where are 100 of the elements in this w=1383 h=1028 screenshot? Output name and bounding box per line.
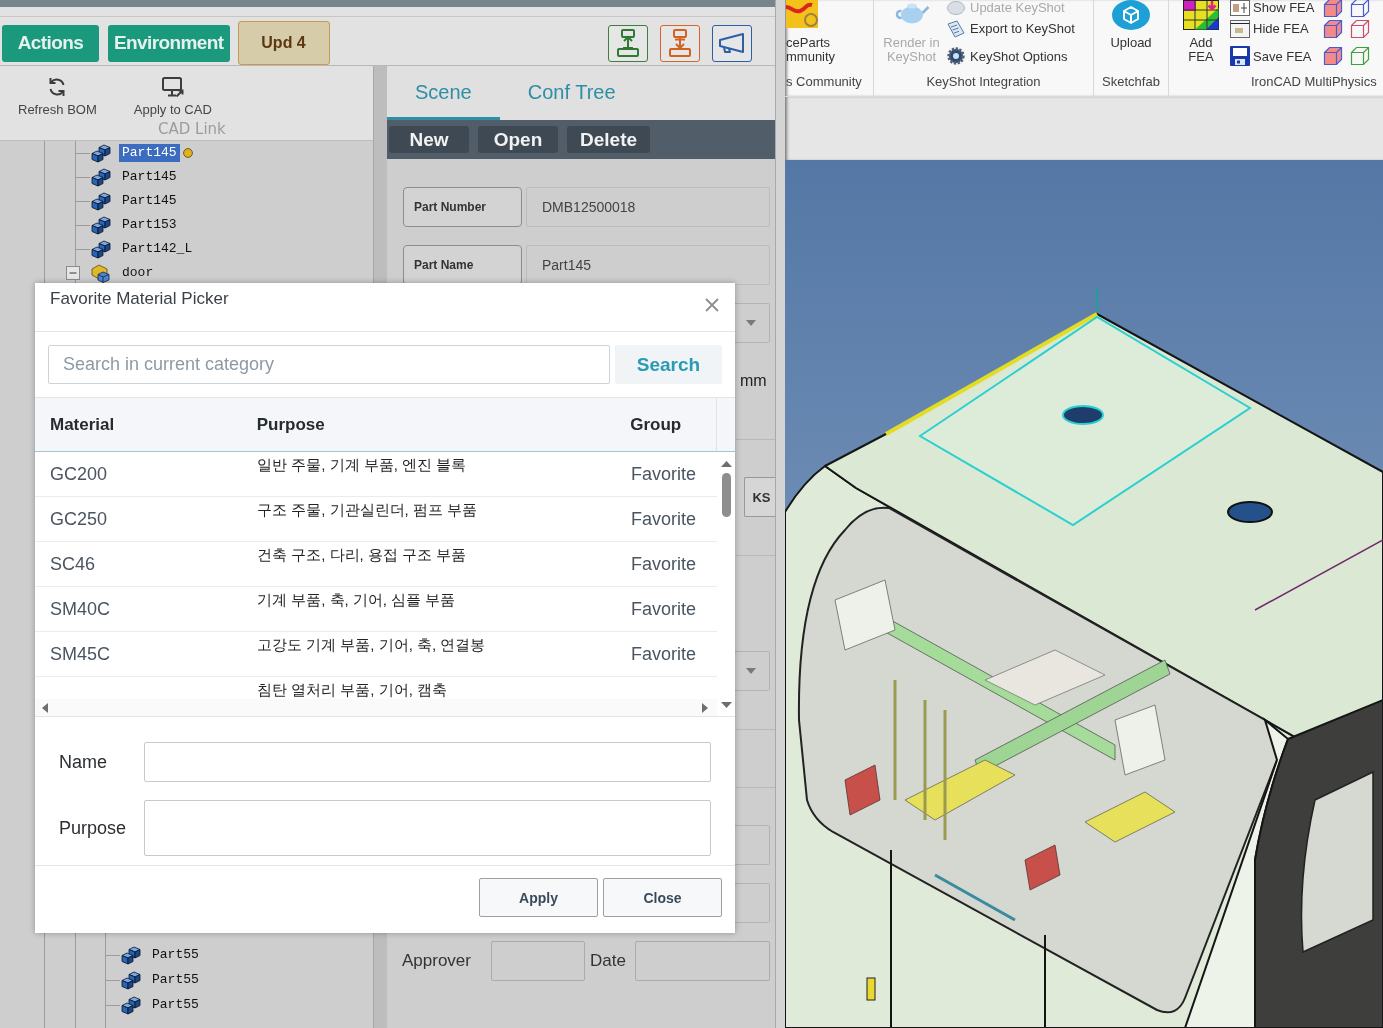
monitor-arrow-icon	[161, 77, 184, 97]
tree-item[interactable]: Part145	[119, 144, 180, 162]
text-field[interactable]: DMB12500018	[526, 187, 770, 227]
ribbon-button[interactable]: Show FEA	[1230, 0, 1315, 15]
ribbon-button[interactable]: Apply to CAD	[133, 77, 212, 117]
field-label: Purpose	[59, 817, 128, 839]
tree-item[interactable]: Part145	[119, 168, 180, 186]
stacked-cubes-icon	[91, 215, 111, 235]
cube-icon[interactable]	[1323, 0, 1343, 18]
name-field[interactable]	[144, 742, 711, 782]
ribbon-button[interactable]: Upload	[1094, 0, 1168, 50]
dialog-button[interactable]: Close	[603, 878, 722, 917]
scroll-left-arrow-icon[interactable]	[42, 702, 48, 713]
field-label: Part Name	[403, 245, 522, 285]
table-cell: Favorite	[631, 508, 697, 530]
text-field[interactable]	[491, 941, 585, 981]
stacked-cubes-icon	[121, 969, 141, 990]
table-cell: 건축 구조, 다리, 용접 구조 부품	[257, 546, 467, 564]
ribbon-button[interactable]: ceParts mmunity	[785, 0, 836, 64]
settings-icon	[947, 47, 965, 65]
update-badge-button[interactable]: Upd 4	[237, 21, 330, 65]
side-button[interactable]: KS	[744, 477, 775, 517]
group-label: CAD Link	[158, 121, 226, 137]
tree-item[interactable]: Part142_L	[119, 240, 196, 258]
cube-icon[interactable]	[1323, 18, 1343, 39]
unit-label: mm	[740, 372, 767, 390]
collapse-toggle-icon[interactable]	[66, 266, 80, 280]
purpose-field[interactable]	[144, 800, 711, 856]
dialog-title: Favorite Material Picker	[50, 289, 229, 309]
megaphone-button[interactable]	[712, 24, 752, 62]
cube-icon[interactable]	[1350, 18, 1370, 39]
table-cell: 기계 부품, 축, 기어, 심플 부품	[257, 591, 456, 609]
table-cell: 고강도 기계 부품, 기어, 축, 연결봉	[257, 636, 486, 654]
cube-icon[interactable]	[1350, 46, 1370, 66]
table-cell: SC46	[50, 553, 96, 575]
tree-item[interactable]: Part145	[119, 192, 180, 210]
cube-icon[interactable]	[1350, 0, 1370, 18]
sheet-icon	[947, 19, 965, 38]
tree-item[interactable]: Part153	[119, 216, 180, 234]
ribbon-button[interactable]: Refresh BOM	[18, 77, 97, 117]
table-cell: SM45C	[50, 643, 111, 665]
table-cell: Favorite	[631, 553, 697, 575]
cube-icon[interactable]	[1323, 46, 1343, 66]
table-cell: Favorite	[631, 598, 697, 620]
table-cell: 일반 주물, 기계 부품, 엔진 블록	[257, 456, 467, 474]
tree-item[interactable]: Part55	[149, 995, 202, 1014]
tree-item[interactable]: door	[119, 264, 157, 282]
logo-tile-icon	[786, 0, 818, 28]
column-header[interactable]: Purpose	[256, 414, 325, 435]
scroll-down-arrow-icon[interactable]	[720, 702, 732, 708]
dialog-button[interactable]: Apply	[479, 878, 598, 917]
date-field[interactable]	[635, 941, 770, 981]
stacked-cubes-icon	[121, 944, 141, 965]
search-field[interactable]: Search in current category	[48, 345, 610, 384]
refresh-icon	[47, 77, 68, 97]
ribbon-button[interactable]: Save FEA	[1230, 42, 1315, 70]
field-label: Date	[590, 951, 627, 971]
scroll-up-arrow-icon[interactable]	[720, 461, 732, 467]
column-header[interactable]: Group	[630, 414, 682, 435]
stacked-cubes-icon	[91, 143, 111, 163]
table-cell: 침탄 열처리 부품, 기어, 캠축	[257, 681, 447, 699]
mesh-grid-icon	[1183, 0, 1219, 30]
arrow-up-boxes-icon	[617, 29, 639, 57]
toolbar-button[interactable]: Open	[478, 126, 558, 153]
arrow-down-button[interactable]	[660, 24, 700, 62]
table-cell: Favorite	[631, 643, 697, 665]
table-cell: GC250	[50, 508, 108, 530]
stacked-cubes-icon	[91, 191, 111, 211]
stacked-cubes-icon	[91, 239, 111, 259]
table-cell: Favorite	[631, 463, 697, 485]
window-icon	[1230, 19, 1250, 38]
ribbon-button[interactable]: Hide FEA	[1230, 15, 1315, 42]
scrollbar-thumb[interactable]	[721, 473, 731, 517]
field-label: Approver	[402, 951, 472, 971]
group-label: KeyShot Integration	[925, 74, 1042, 91]
ribbon-button[interactable]: Add FEA	[1183, 0, 1219, 64]
stacked-cubes-icon	[121, 994, 141, 1015]
cube-cluster-icon	[91, 263, 111, 283]
group-label: Sketchfab	[1101, 74, 1161, 91]
arrow-down-boxes-icon	[669, 29, 691, 57]
column-header[interactable]: Material	[50, 414, 115, 435]
group-label: s Community	[785, 74, 863, 91]
field-label: Name	[59, 751, 108, 773]
toolbar-button[interactable]: New	[389, 126, 469, 153]
horizontal-scrollbar[interactable]	[35, 699, 717, 716]
ribbon-button[interactable]: Export to KeyShot	[947, 15, 1075, 42]
tree-item[interactable]: Part55	[149, 945, 202, 964]
ribbon-button[interactable]: KeyShot Options	[947, 42, 1075, 70]
table-cell: 구조 주물, 기관실린더, 펌프 부품	[257, 501, 477, 519]
group-label: IronCAD MultiPhysics	[1250, 74, 1378, 91]
caret-down-icon	[746, 668, 756, 674]
close-icon	[705, 298, 719, 312]
arrow-up-button[interactable]	[608, 24, 648, 62]
table-cell: SM40C	[50, 598, 111, 620]
toolbar-button[interactable]: Delete	[567, 126, 651, 153]
caret-down-icon	[746, 320, 756, 326]
tree-item[interactable]: Part55	[149, 970, 202, 989]
scroll-right-arrow-icon[interactable]	[702, 702, 708, 713]
field-label: Part Number	[403, 187, 522, 227]
megaphone-icon	[718, 32, 746, 54]
